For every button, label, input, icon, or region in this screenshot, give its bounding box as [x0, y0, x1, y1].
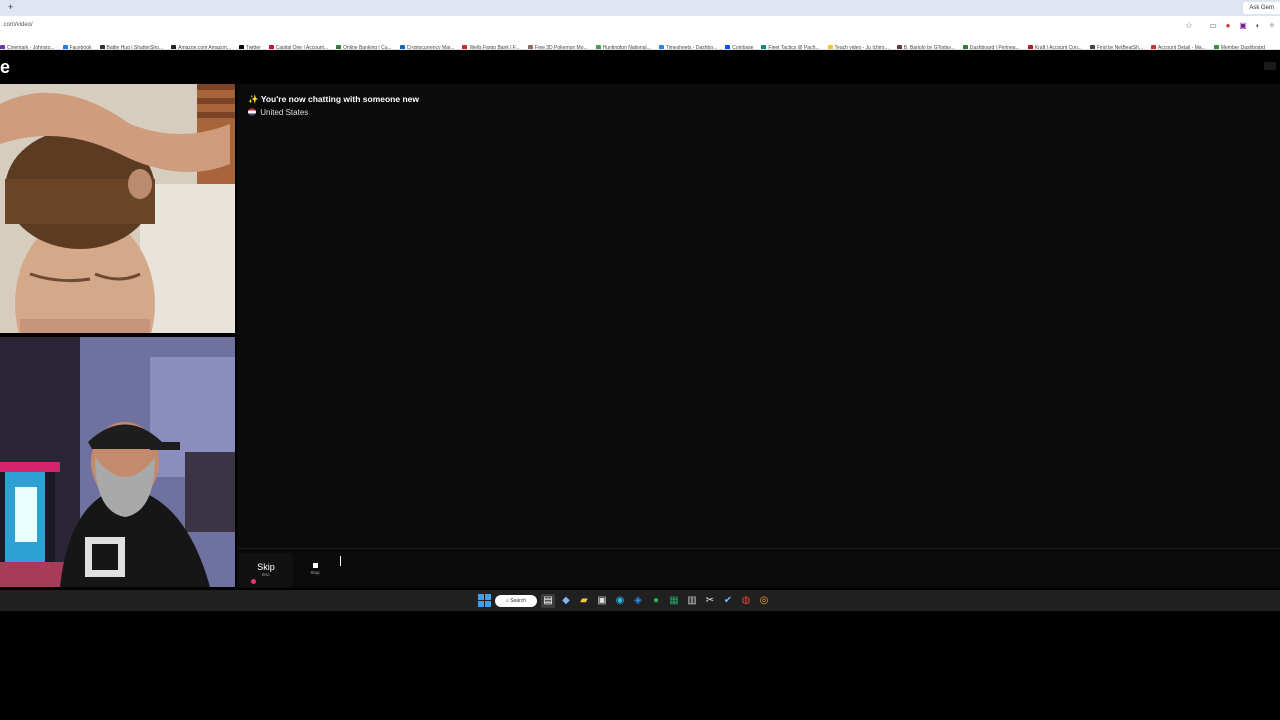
extension-purple-icon[interactable]: ▣	[1238, 21, 1248, 31]
skip-button-label: Skip	[257, 562, 275, 572]
snipping-icon[interactable]: ✂	[703, 594, 717, 608]
skip-button[interactable]: Skip Esc	[239, 553, 293, 587]
steam-icon[interactable]: ✔	[721, 594, 735, 608]
spreadsheet-icon[interactable]: ▦	[667, 594, 681, 608]
taskbar-search[interactable]: ⌕ Search	[495, 594, 537, 607]
chrome-icon[interactable]: ◍	[739, 594, 753, 608]
stop-button-label: Stop	[310, 570, 320, 575]
chat-status-text: You're now chatting with someone new	[260, 94, 419, 104]
bookmark-item[interactable]: Dashboard | Perinea...	[962, 41, 1020, 49]
bookmark-item[interactable]: Account Detail - Ma...	[1151, 41, 1206, 49]
new-tab-button[interactable]: +	[8, 2, 13, 12]
extension-red-icon[interactable]: ●	[1223, 21, 1233, 31]
header-menu-button[interactable]	[1264, 62, 1276, 70]
bookmark-item[interactable]: B. Bartolo by GToday...	[896, 41, 955, 49]
stop-icon	[312, 563, 318, 568]
browser-tab-ask-gem[interactable]: Ask Gem	[1243, 2, 1280, 14]
chat-country-text: United States	[260, 108, 309, 117]
task-view-icon[interactable]: ▤	[541, 593, 555, 608]
browser-tab-bar: + Ask Gem	[0, 0, 1280, 16]
xbox-icon[interactable]: ●	[649, 594, 663, 608]
bookmark-item[interactable]: Amazon.com Amazon...	[171, 41, 231, 49]
vscode-icon[interactable]: ◈	[631, 594, 645, 608]
bookmark-item[interactable]: Twitter	[238, 41, 261, 49]
bookmark-star-icon[interactable]: ☆	[1184, 21, 1194, 31]
skip-indicator-dot	[251, 579, 256, 584]
bookmarks-bar: Cinemark - Johnsto... Facebook Battle Hug …	[0, 36, 1280, 50]
bookmark-item[interactable]: Timesheets - Dashbo...	[658, 41, 717, 49]
windows-start-icon[interactable]	[478, 594, 491, 607]
chat-status-line: ✨ You're now chatting with someone new	[248, 94, 419, 105]
stranger-video	[0, 84, 235, 333]
bookmark-item[interactable]: Huntington National...	[595, 41, 651, 49]
site-logo[interactable]: e	[0, 57, 10, 78]
extension-icon[interactable]: ▭	[1208, 21, 1218, 31]
extensions-puzzle-icon[interactable]: ✧	[1267, 21, 1277, 31]
bookmark-item[interactable]: Teach video - Ju Ichiro...	[827, 41, 889, 49]
bookmark-item[interactable]: Battle Hug | ShatterSho...	[99, 41, 163, 49]
site-header: e	[0, 50, 1280, 84]
bookmark-item[interactable]: Cinemark - Johnsto...	[0, 41, 55, 49]
bookmark-item[interactable]: Online Banking | Cu...	[336, 41, 392, 49]
bookmark-item[interactable]: Facebook	[62, 41, 92, 49]
chat-country-line: United States	[248, 108, 419, 117]
bookmark-item[interactable]: Fleet Tactics @ Pach...	[761, 41, 820, 49]
stop-button[interactable]: Stop	[297, 553, 333, 587]
windows-taskbar: ⌕ Search ▤ ◆ ▰ ▣ ◉ ◈ ● ▦ ▥ ✂ ✔ ◍ ◎	[0, 590, 1280, 611]
url-text[interactable]: .com/video/	[2, 22, 33, 28]
bookmark-item[interactable]: Coinbase	[725, 41, 753, 49]
bookmark-item[interactable]: Cryptocurrency Mar...	[399, 41, 454, 49]
text-caret	[340, 556, 341, 566]
folder-icon[interactable]: ▰	[577, 594, 591, 608]
address-bar[interactable]: .com/video/ ☆ ▭ ● ▣ ◐ ✧	[0, 16, 1280, 36]
bookmark-item[interactable]: Free 3D Pokemon Mo...	[527, 41, 588, 49]
bookmark-item[interactable]: Capital One | Account...	[268, 41, 328, 49]
dark-mode-icon[interactable]: ◐	[1253, 21, 1263, 31]
chat-system-message: ✨ You're now chatting with someone new U…	[248, 94, 419, 117]
bookmark-item[interactable]: Member Dashboard	[1213, 41, 1265, 49]
calculator-icon[interactable]: ▥	[685, 594, 699, 608]
skip-shortcut-label: Esc	[262, 572, 270, 577]
chrome-dev-icon[interactable]: ◎	[757, 594, 771, 608]
copilot-icon[interactable]: ◆	[559, 594, 573, 608]
chat-control-bar: Skip Esc Stop	[237, 548, 1280, 588]
bookmark-item[interactable]: Kraft | Account Con...	[1027, 41, 1082, 49]
sparkles-icon: ✨	[248, 94, 259, 104]
us-flag-icon	[248, 108, 256, 116]
bookmark-item[interactable]: Find by NetBeatSh...	[1089, 41, 1143, 49]
bookmark-item[interactable]: Wells Fargo Bank | F...	[462, 41, 520, 49]
message-input[interactable]	[337, 553, 1267, 583]
edge-icon[interactable]: ◉	[613, 594, 627, 608]
taskbar-search-label: Search	[510, 597, 527, 604]
self-video	[0, 337, 235, 587]
chat-panel: ✨ You're now chatting with someone new U…	[237, 84, 1280, 548]
store-icon[interactable]: ▣	[595, 594, 609, 608]
